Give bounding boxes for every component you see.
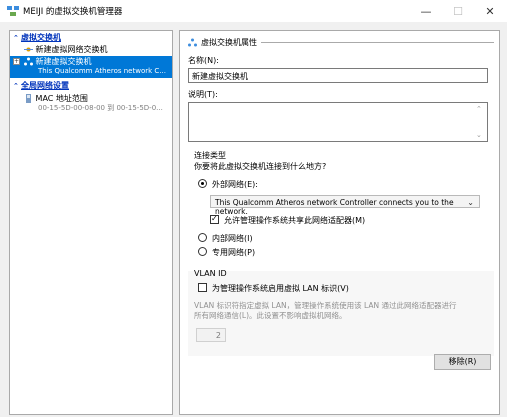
virtual-switch-icon — [24, 57, 33, 66]
collapse-chevron-icon[interactable]: ⌃ — [13, 33, 21, 43]
tree-item-selected-switch[interactable]: + 新建虚拟交换机 This Qualcomm Atheros network … — [10, 56, 172, 78]
adapter-select[interactable]: This Qualcomm Atheros network Controller… — [210, 195, 480, 216]
chevron-down-icon[interactable]: ⌄ — [467, 198, 474, 207]
external-network-radio[interactable] — [198, 179, 207, 188]
maximize-button[interactable]: ☐ — [443, 0, 473, 22]
private-network-radio[interactable] — [198, 247, 207, 256]
private-network-label[interactable]: 专用网络(P) — [212, 247, 255, 258]
vlan-id-input[interactable]: 2 — [196, 328, 226, 342]
title-bar: MEIJI 的虚拟交换机管理器 — ☐ ✕ — [0, 0, 507, 22]
vlan-enable-checkbox[interactable] — [198, 283, 207, 292]
mac-range-value: 00-15-5D-00-08-00 到 00-15-5D-0... — [38, 104, 163, 112]
virtual-switch-icon — [188, 38, 197, 47]
vlan-title: VLAN ID — [194, 269, 227, 278]
selected-switch-name: 新建虚拟交换机 — [35, 57, 92, 66]
minimize-button[interactable]: — — [411, 0, 441, 22]
remove-button[interactable]: 移除(R) — [434, 354, 491, 370]
scroll-up-icon[interactable]: ⌃ — [476, 105, 482, 113]
tree-item-mac-range[interactable]: MAC 地址范围 00-15-5D-00-08-00 到 00-15-5D-0.… — [10, 93, 172, 115]
properties-title: 虚拟交换机属性 — [201, 38, 257, 47]
description-input[interactable]: ⌃ ⌄ — [188, 102, 488, 142]
properties-header: 虚拟交换机属性 — [188, 37, 494, 48]
scroll-down-icon[interactable]: ⌄ — [476, 131, 482, 139]
description-label: 说明(T): — [188, 90, 218, 99]
collapse-chevron-icon[interactable]: ⌃ — [13, 81, 21, 91]
internal-network-radio[interactable] — [198, 233, 207, 242]
name-input[interactable]: 新建虚拟交换机 — [188, 68, 488, 83]
tree-item-new-network-switch[interactable]: 新建虚拟网络交换机 — [10, 44, 172, 55]
selected-switch-adapter: This Qualcomm Atheros network C... — [38, 67, 166, 75]
mac-range-label: MAC 地址范围 — [35, 94, 88, 103]
external-network-label[interactable]: 外部网络(E): — [212, 179, 258, 190]
switch-properties-pane: 虚拟交换机属性 名称(N): 新建虚拟交换机 说明(T): ⌃ ⌄ 连接类型 你… — [179, 30, 500, 415]
name-label: 名称(N): — [188, 56, 219, 65]
window-title: MEIJI 的虚拟交换机管理器 — [23, 7, 123, 17]
header-divider — [261, 42, 494, 43]
vlan-hint-line-2: 所有网络通信(L)。此设置不影响虚拟机网络。 — [194, 311, 347, 320]
allow-os-share-checkbox[interactable] — [210, 214, 219, 224]
connection-type-label: 连接类型 — [194, 151, 226, 160]
description-scrollbar[interactable]: ⌃ ⌄ — [473, 103, 487, 141]
close-button[interactable]: ✕ — [475, 0, 505, 22]
category-virtual-switches[interactable]: ⌃ 虚拟交换机 — [10, 33, 172, 43]
vlan-hint-line-1: VLAN 标识符指定虚拟 LAN，管理操作系统使用该 LAN 通过此网络适配器进… — [194, 301, 457, 310]
internal-network-label[interactable]: 内部网络(I) — [212, 233, 253, 244]
category-global-network-settings[interactable]: ⌃ 全局网络设置 — [10, 81, 172, 91]
mac-address-icon — [24, 94, 33, 103]
switch-manager-icon — [6, 4, 20, 18]
switch-tree-pane[interactable]: ⌃ 虚拟交换机 新建虚拟网络交换机 + 新建虚拟交换机 This Qualcomm… — [9, 30, 173, 415]
connection-question: 你要将此虚拟交换机连接到什么地方? — [194, 162, 327, 171]
new-switch-icon — [24, 45, 33, 54]
vlan-enable-label[interactable]: 为管理操作系统启用虚拟 LAN 标识(V) — [212, 283, 349, 294]
allow-os-share-label[interactable]: 允许管理操作系统共享此网络适配器(M) — [224, 215, 365, 226]
expand-icon[interactable]: + — [13, 58, 20, 65]
